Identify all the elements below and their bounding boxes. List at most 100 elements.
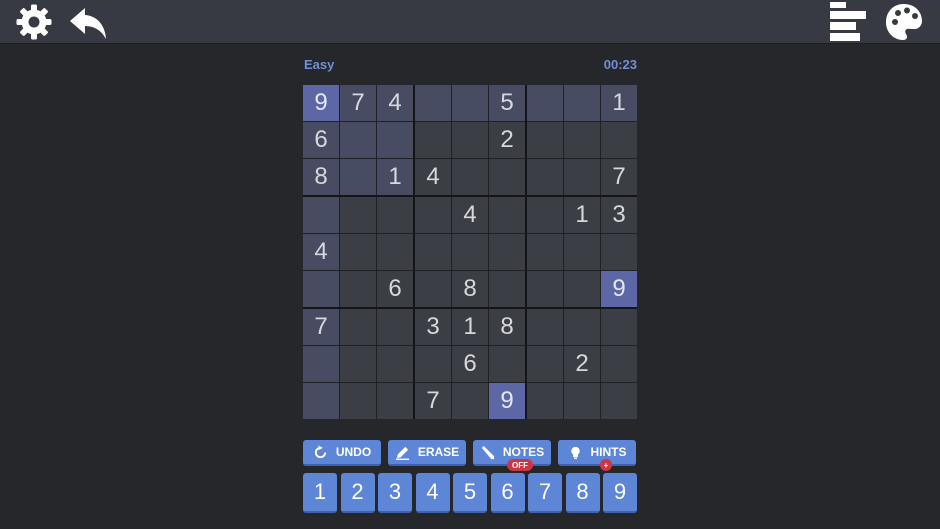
- board-cell[interactable]: [452, 85, 488, 121]
- number-button[interactable]: 3: [378, 473, 412, 513]
- board-cell[interactable]: [340, 346, 376, 382]
- board-cell[interactable]: [340, 383, 376, 419]
- board-cell[interactable]: [527, 234, 563, 270]
- board-cell[interactable]: 4: [452, 197, 488, 233]
- board-cell[interactable]: [527, 271, 563, 307]
- board-cell[interactable]: [564, 159, 600, 195]
- board-cell[interactable]: [527, 197, 563, 233]
- board-cell[interactable]: [340, 159, 376, 195]
- board-cell[interactable]: [527, 309, 563, 345]
- board-cell[interactable]: [340, 309, 376, 345]
- board-cell[interactable]: [601, 309, 637, 345]
- board-cell[interactable]: 1: [601, 85, 637, 121]
- board-cell[interactable]: [415, 271, 451, 307]
- board-cell[interactable]: [527, 85, 563, 121]
- board-cell[interactable]: [377, 383, 413, 419]
- hints-button[interactable]: HINTS: [558, 440, 636, 466]
- board-cell[interactable]: [489, 159, 525, 195]
- number-button[interactable]: 1: [303, 473, 337, 513]
- board-cell[interactable]: [601, 346, 637, 382]
- board-cell[interactable]: 2: [489, 122, 525, 158]
- board-cell[interactable]: [489, 271, 525, 307]
- action-bar: UNDO ERASE NOTES HINTS OFF +: [303, 440, 637, 471]
- board-cell[interactable]: [303, 346, 339, 382]
- board-cell[interactable]: [415, 197, 451, 233]
- board-cell[interactable]: [564, 85, 600, 121]
- board-cell[interactable]: [564, 383, 600, 419]
- number-button[interactable]: 9: [603, 473, 637, 513]
- board-cell[interactable]: 4: [303, 234, 339, 270]
- board-cell[interactable]: 7: [415, 383, 451, 419]
- board-cell[interactable]: [377, 122, 413, 158]
- board-cell[interactable]: [452, 122, 488, 158]
- number-button[interactable]: 6: [490, 473, 525, 513]
- board-cell[interactable]: [377, 346, 413, 382]
- board-box: 17: [527, 85, 637, 195]
- erase-button[interactable]: ERASE: [388, 440, 466, 466]
- board-cell[interactable]: [303, 197, 339, 233]
- board-cell[interactable]: [564, 122, 600, 158]
- board-cell[interactable]: 6: [452, 346, 488, 382]
- board-cell[interactable]: 7: [303, 309, 339, 345]
- board-cell[interactable]: [564, 234, 600, 270]
- board-cell[interactable]: [415, 85, 451, 121]
- board-cell[interactable]: 5: [489, 85, 525, 121]
- board-cell[interactable]: [527, 383, 563, 419]
- board-cell[interactable]: [489, 234, 525, 270]
- board-cell[interactable]: [377, 197, 413, 233]
- board-cell[interactable]: 9: [601, 271, 637, 307]
- board-cell[interactable]: [340, 197, 376, 233]
- undo-button[interactable]: UNDO: [303, 440, 381, 466]
- board-cell[interactable]: [415, 234, 451, 270]
- board-cell[interactable]: [303, 271, 339, 307]
- board-cell[interactable]: [377, 309, 413, 345]
- board-cell[interactable]: [340, 234, 376, 270]
- board-cell[interactable]: [452, 383, 488, 419]
- board-cell[interactable]: 7: [340, 85, 376, 121]
- board-cell[interactable]: 3: [601, 197, 637, 233]
- board-cell[interactable]: 9: [303, 85, 339, 121]
- board-cell[interactable]: [601, 122, 637, 158]
- board-cell[interactable]: 9: [489, 383, 525, 419]
- board-cell[interactable]: 8: [452, 271, 488, 307]
- board-cell[interactable]: [452, 159, 488, 195]
- board-cell[interactable]: 1: [564, 197, 600, 233]
- board-cell[interactable]: [340, 271, 376, 307]
- board-cell[interactable]: 3: [415, 309, 451, 345]
- board-cell[interactable]: [527, 159, 563, 195]
- board-cell[interactable]: [601, 383, 637, 419]
- board-cell[interactable]: [452, 234, 488, 270]
- board-cell[interactable]: [564, 309, 600, 345]
- number-button[interactable]: 5: [453, 473, 487, 513]
- number-button[interactable]: 4: [415, 473, 450, 513]
- board-cell[interactable]: 8: [303, 159, 339, 195]
- board-cell[interactable]: [415, 122, 451, 158]
- board-cell[interactable]: [415, 346, 451, 382]
- board-cell[interactable]: 4: [377, 85, 413, 121]
- board-cell[interactable]: [564, 271, 600, 307]
- number-button[interactable]: 2: [340, 473, 375, 513]
- board-cell[interactable]: [527, 122, 563, 158]
- board-cell[interactable]: [303, 383, 339, 419]
- board-cell[interactable]: 6: [377, 271, 413, 307]
- board-cell[interactable]: [527, 346, 563, 382]
- board-cell[interactable]: [601, 234, 637, 270]
- board-cell[interactable]: 7: [601, 159, 637, 195]
- undo-arrow-icon[interactable]: [68, 2, 108, 42]
- number-button[interactable]: 7: [528, 473, 562, 513]
- board-cell[interactable]: 1: [377, 159, 413, 195]
- erase-label: ERASE: [417, 445, 460, 459]
- board-cell[interactable]: 8: [489, 309, 525, 345]
- board-cell[interactable]: 1: [452, 309, 488, 345]
- number-button[interactable]: 8: [565, 473, 600, 513]
- board-cell[interactable]: [489, 346, 525, 382]
- board-cell[interactable]: 2: [564, 346, 600, 382]
- board-cell[interactable]: 6: [303, 122, 339, 158]
- bars-icon[interactable]: [828, 2, 868, 42]
- board-cell[interactable]: [340, 122, 376, 158]
- board-cell[interactable]: 4: [415, 159, 451, 195]
- palette-icon[interactable]: [884, 2, 924, 42]
- gear-icon[interactable]: [14, 2, 54, 42]
- board-cell[interactable]: [489, 197, 525, 233]
- board-cell[interactable]: [377, 234, 413, 270]
